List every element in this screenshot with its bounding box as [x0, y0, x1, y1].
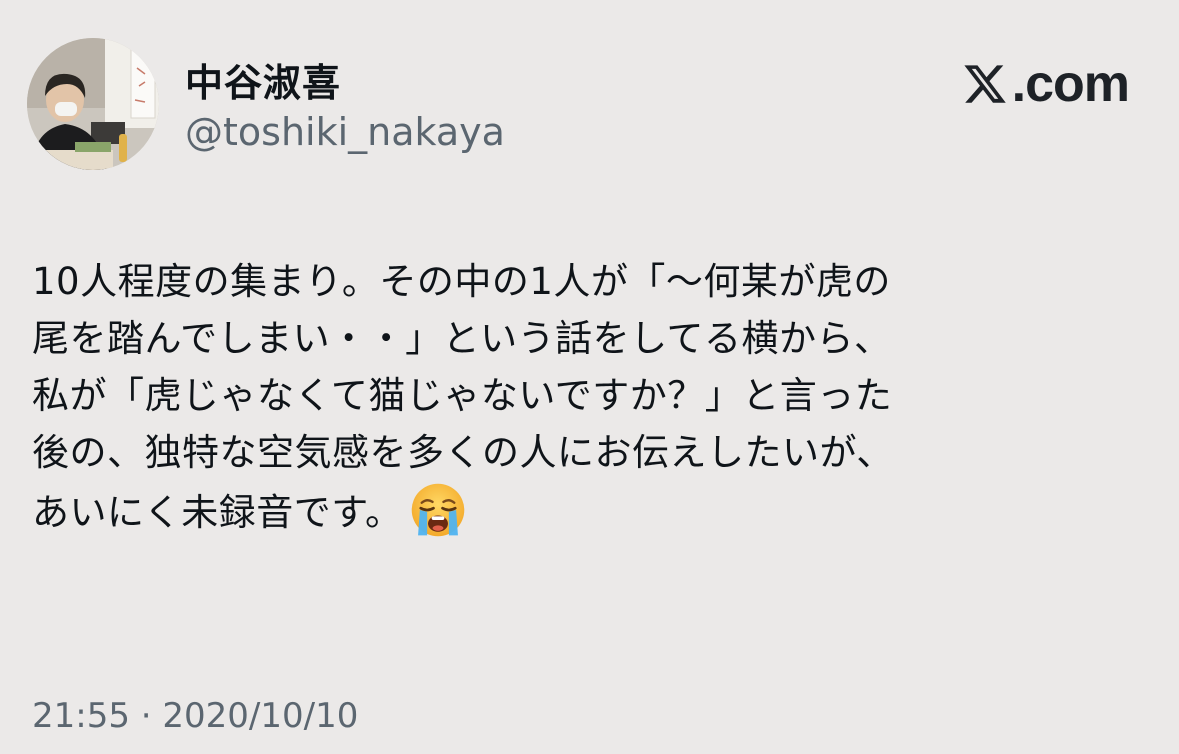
tweet-line: 私が「虎じゃなくて猫じゃないですか？」と言った: [32, 374, 893, 417]
display-name[interactable]: 中谷淑喜: [185, 52, 341, 107]
x-logo-icon: [964, 65, 1006, 103]
avatar[interactable]: [27, 38, 159, 170]
brand-domain-text: .com: [1011, 55, 1130, 113]
tweet-timestamp[interactable]: 21:55 · 2020/10/10: [32, 696, 358, 736]
tweet-line: 後の、独特な空気感を多くの人にお伝えしたいが、: [32, 431, 894, 474]
tweet-text: 10人程度の集まり。その中の1人が「〜何某が虎の 尾を踏んでしまい・・」という話…: [32, 253, 1147, 541]
tweet-card: 中谷淑喜 @toshiki_nakaya .com 10人程度の集まり。その中の…: [0, 0, 1179, 754]
loudly-crying-face-icon: [411, 483, 464, 537]
user-handle[interactable]: @toshiki_nakaya: [185, 110, 505, 154]
tweet-line: 尾を踏んでしまい・・」という話をしてる横から、: [32, 317, 892, 360]
profile-photo: [27, 38, 159, 170]
tweet-line-text: あいにく未録音です。: [32, 491, 403, 534]
tweet-line: 10人程度の集まり。その中の1人が「〜何某が虎の: [32, 260, 891, 303]
brand-logo: .com: [962, 55, 1130, 113]
tweet-line-last: あいにく未録音です。: [32, 481, 1147, 541]
